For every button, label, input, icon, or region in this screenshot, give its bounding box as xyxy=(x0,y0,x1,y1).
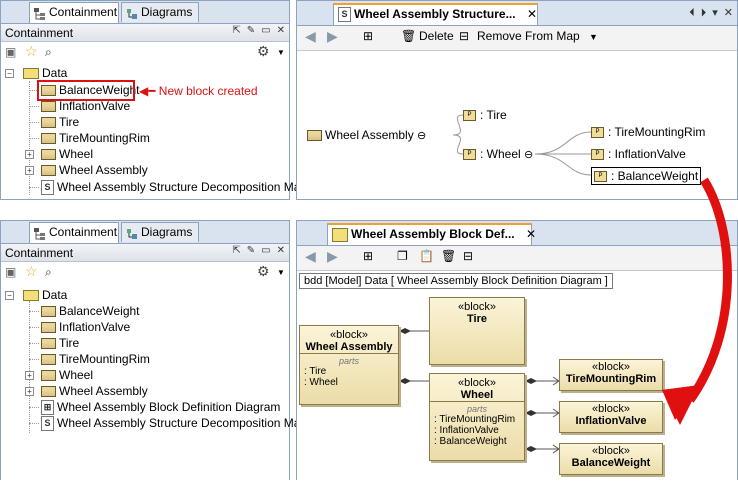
transition-arrow xyxy=(662,177,732,425)
